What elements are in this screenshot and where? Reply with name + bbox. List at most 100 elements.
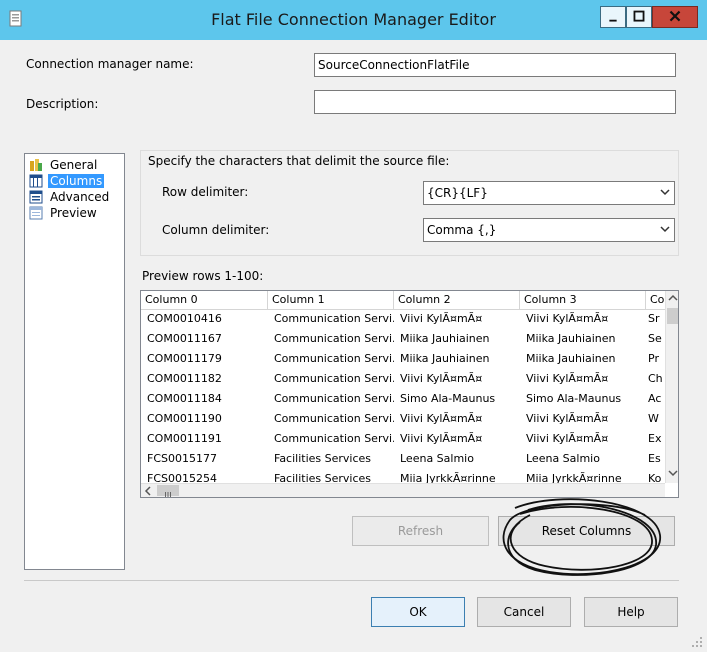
scroll-up-icon[interactable] xyxy=(668,294,678,302)
nav-label: Advanced xyxy=(50,190,110,204)
nav-label: Preview xyxy=(50,206,97,220)
title-bar[interactable]: Flat File Connection Manager Editor xyxy=(0,0,707,40)
table-cell: Leena Salmio xyxy=(400,452,474,465)
chevron-down-icon xyxy=(660,189,670,196)
table-cell: Miia JyrkkÃ¤rinne xyxy=(526,472,622,483)
column-header[interactable]: Column 1 xyxy=(268,291,394,309)
preview-grid[interactable]: Column 0 Column 1 Column 2 Column 3 Co C… xyxy=(140,290,679,498)
grid-body: COM0010416 Communication Servi... Viivi Ky… xyxy=(141,309,666,483)
table-cell: Communication Servi... xyxy=(274,332,394,345)
table-cell: COM0011184 xyxy=(147,392,222,405)
dialog-window: Flat File Connection Manager Editor Conn… xyxy=(0,0,707,652)
table-cell: COM0011190 xyxy=(147,412,222,425)
column-header[interactable]: Co xyxy=(646,291,666,309)
ok-button[interactable]: OK xyxy=(371,597,465,627)
advanced-icon xyxy=(29,190,43,204)
reset-columns-button[interactable]: Reset Columns xyxy=(498,516,675,546)
column-header[interactable]: Column 3 xyxy=(520,291,646,309)
table-cell: Es xyxy=(648,452,661,465)
table-cell: Facilities Services xyxy=(274,472,372,483)
nav-item-advanced[interactable]: Advanced xyxy=(29,189,111,205)
table-row[interactable]: COM0011182 Communication Servi... Viivi Ky… xyxy=(141,369,666,389)
column-header[interactable]: Column 2 xyxy=(394,291,520,309)
table-row[interactable]: COM0011190 Communication Servi... Viivi Ky… xyxy=(141,409,666,429)
help-button[interactable]: Help xyxy=(584,597,678,627)
name-input[interactable]: SourceConnectionFlatFile xyxy=(314,53,676,77)
row-delimiter-label: Row delimiter: xyxy=(162,185,249,199)
table-cell: Communication Servi... xyxy=(274,312,394,325)
scroll-down-icon[interactable] xyxy=(668,469,678,477)
table-row[interactable]: COM0011191 Communication Servi... Viivi Ky… xyxy=(141,429,666,449)
table-cell: Miia JyrkkÃ¤rinne xyxy=(400,472,496,483)
row-delimiter-select[interactable]: {CR}{LF} xyxy=(423,181,675,205)
table-row[interactable]: COM0011179 Communication Servi... Miika Ja… xyxy=(141,349,666,369)
table-row[interactable]: FCS0015177 Facilities Services Leena Salmi… xyxy=(141,449,666,469)
nav-item-columns[interactable]: Columns xyxy=(29,173,105,189)
table-row[interactable]: COM0010416 Communication Servi... Viivi Ky… xyxy=(141,309,666,329)
table-cell: Communication Servi... xyxy=(274,412,394,425)
table-row[interactable]: FCS0015254 Facilities Services Miia JyrkkÃ… xyxy=(141,469,666,483)
vertical-scroll-thumb[interactable] xyxy=(667,308,678,324)
table-cell: Pr xyxy=(648,352,659,365)
table-cell: Simo Ala-Maunus xyxy=(400,392,496,405)
table-row[interactable]: COM0011167 Communication Servi... Miika Ja… xyxy=(141,329,666,349)
table-cell: Viivi KylÃ¤mÃ¤ xyxy=(400,412,483,425)
cancel-button[interactable]: Cancel xyxy=(477,597,571,627)
table-cell: Se xyxy=(648,332,662,345)
preview-icon xyxy=(29,206,43,220)
grip-icon xyxy=(165,492,171,497)
table-cell: Miika Jauhiainen xyxy=(526,352,616,365)
description-label: Description: xyxy=(26,97,99,111)
horizontal-scroll-thumb[interactable] xyxy=(157,485,179,497)
nav-panel: General Columns Advanced Preview xyxy=(24,153,125,570)
table-cell: COM0010416 xyxy=(147,312,222,325)
table-cell: Communication Servi... xyxy=(274,352,394,365)
nav-item-general[interactable]: General xyxy=(29,157,99,173)
minimize-button[interactable] xyxy=(600,6,626,28)
column-delimiter-select[interactable]: Comma {,} xyxy=(423,218,675,242)
table-cell: Miika Jauhiainen xyxy=(526,332,616,345)
minimize-icon xyxy=(609,19,617,22)
close-icon xyxy=(669,10,681,22)
table-cell: Viivi KylÃ¤mÃ¤ xyxy=(526,432,609,445)
table-cell: Viivi KylÃ¤mÃ¤ xyxy=(526,372,609,385)
table-cell: W xyxy=(648,412,659,425)
column-delimiter-value: Comma {,} xyxy=(427,223,497,237)
table-row[interactable]: COM0011184 Communication Servi... Simo Ala… xyxy=(141,389,666,409)
grid-header: Column 0 Column 1 Column 2 Column 3 Co xyxy=(141,291,666,310)
column-header[interactable]: Column 0 xyxy=(141,291,268,309)
chevron-down-icon xyxy=(660,226,670,233)
table-cell: Communication Servi... xyxy=(274,372,394,385)
general-icon xyxy=(30,159,42,171)
table-cell: Miika Jauhiainen xyxy=(400,352,490,365)
table-cell: COM0011167 xyxy=(147,332,222,345)
description-input[interactable] xyxy=(314,90,676,114)
table-cell: Ko xyxy=(648,472,662,483)
table-cell: Viivi KylÃ¤mÃ¤ xyxy=(400,372,483,385)
table-cell: FCS0015254 xyxy=(147,472,217,483)
name-label: Connection manager name: xyxy=(26,57,194,71)
table-cell: Communication Servi... xyxy=(274,392,394,405)
table-cell: COM0011179 xyxy=(147,352,222,365)
nav-label: General xyxy=(50,158,98,172)
scroll-left-icon[interactable] xyxy=(144,486,152,496)
table-cell: Viivi KylÃ¤mÃ¤ xyxy=(400,312,483,325)
close-button[interactable] xyxy=(652,6,698,28)
refresh-button[interactable]: Refresh xyxy=(352,516,489,546)
maximize-button[interactable] xyxy=(626,6,652,28)
horizontal-scrollbar[interactable] xyxy=(141,483,665,497)
table-cell: Ch xyxy=(648,372,663,385)
table-cell: Simo Ala-Maunus xyxy=(526,392,622,405)
nav-item-preview[interactable]: Preview xyxy=(29,205,99,221)
table-cell: Communication Servi... xyxy=(274,432,394,445)
vertical-scrollbar[interactable] xyxy=(665,291,678,483)
table-cell: Leena Salmio xyxy=(526,452,600,465)
resize-grip-icon[interactable] xyxy=(690,635,704,649)
row-delimiter-value: {CR}{LF} xyxy=(427,186,488,200)
table-cell: Ex xyxy=(648,432,662,445)
table-cell: Viivi KylÃ¤mÃ¤ xyxy=(526,312,609,325)
preview-label: Preview rows 1-100: xyxy=(142,269,264,283)
separator xyxy=(24,580,679,581)
table-cell: Ac xyxy=(648,392,662,405)
table-cell: Viivi KylÃ¤mÃ¤ xyxy=(526,412,609,425)
